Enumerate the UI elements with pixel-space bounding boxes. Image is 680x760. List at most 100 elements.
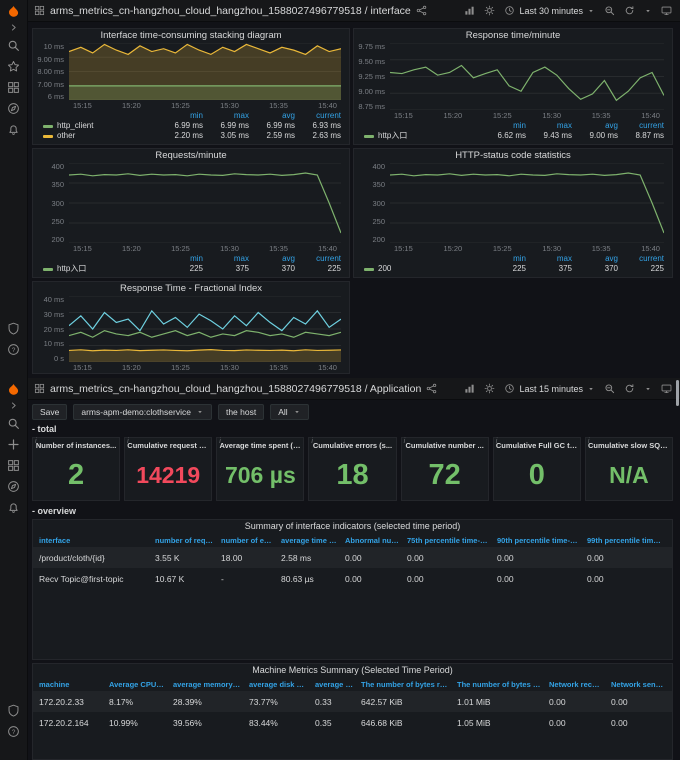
host-dropdown[interactable]: All [270, 403, 309, 420]
admin-shield-icon[interactable] [7, 704, 20, 717]
column-header[interactable]: 99th percentile time-consuming [583, 536, 668, 545]
panel-title[interactable]: Requests/minute [33, 149, 349, 163]
legend-stat-header[interactable]: min [480, 121, 526, 131]
stat-title[interactable]: Cumulative request a... [127, 441, 209, 450]
panel-title[interactable]: Machine Metrics Summary (Selected Time P… [33, 664, 672, 677]
panel-info-icon[interactable]: i [127, 438, 129, 445]
panel-title[interactable]: Summary of interface indicators (selecte… [33, 520, 672, 533]
sidebar-expand-icon[interactable] [9, 23, 18, 32]
refresh-icon[interactable] [624, 5, 635, 16]
row-header-overview[interactable]: - overview [32, 506, 76, 516]
legend-stat-header[interactable]: avg [572, 121, 618, 131]
legend-series-toggle[interactable]: 200 [364, 264, 480, 274]
refresh-icon[interactable] [624, 383, 635, 394]
panel-info-icon[interactable]: i [404, 438, 406, 445]
column-header[interactable]: Network sending errors [607, 680, 668, 689]
admin-shield-icon[interactable] [7, 322, 20, 335]
time-series-chart[interactable]: 9.75 ms 9.50 ms 9.25 ms 9.00 ms 8.75 ms 15:15… [354, 43, 672, 121]
legend-stat-header[interactable]: avg [249, 111, 295, 121]
plot-area[interactable] [69, 43, 341, 100]
legend-stat-header[interactable]: min [480, 254, 526, 264]
settings-gear-icon[interactable] [484, 383, 495, 394]
service-dropdown[interactable]: arms-apm-demo:clothservice [73, 403, 212, 420]
legend-stat-header[interactable]: current [618, 121, 664, 131]
time-series-chart[interactable]: 40 ms 30 ms 20 ms 10 ms 0 s 15:15 15:20 15:25 15… [33, 296, 349, 373]
column-header[interactable]: number of requests [151, 536, 217, 545]
legend-stat-header[interactable]: current [295, 254, 341, 264]
column-header[interactable]: 75th percentile time-consuming [403, 536, 493, 545]
star-icon[interactable] [7, 60, 20, 73]
plot-area[interactable] [69, 296, 341, 362]
legend-stat-header[interactable]: min [157, 254, 203, 264]
analytics-icon[interactable] [464, 5, 475, 16]
column-header[interactable]: average load [311, 680, 357, 689]
legend-stat-header[interactable]: current [618, 254, 664, 264]
panel-info-icon[interactable]: i [35, 438, 37, 445]
share-icon[interactable] [416, 5, 427, 16]
row-header-total[interactable]: - total [32, 424, 57, 434]
scrollbar-thumb[interactable] [676, 380, 679, 406]
panel-title[interactable]: Response Time - Fractional Index [33, 282, 349, 296]
panel-title[interactable]: HTTP-status code statistics [354, 149, 672, 163]
column-header[interactable]: machine [35, 680, 105, 689]
stat-title[interactable]: Cumulative slow SQL (selected... [588, 441, 670, 450]
share-icon[interactable] [426, 383, 437, 394]
time-range-picker[interactable]: Last 30 minutes [504, 5, 595, 16]
panel-info-icon[interactable]: i [496, 438, 498, 445]
refresh-interval-caret-icon[interactable] [644, 385, 652, 393]
time-series-chart[interactable]: 400 350 300 250 200 15:15 15:20 15:25 15:30 15:35… [33, 163, 349, 254]
legend-series-toggle[interactable]: other [43, 131, 157, 141]
dashboards-icon[interactable] [7, 81, 20, 94]
refresh-interval-caret-icon[interactable] [644, 7, 652, 15]
alerting-bell-icon[interactable] [7, 501, 20, 514]
zoom-out-icon[interactable] [604, 5, 615, 16]
stat-title[interactable]: Cumulative number ... [405, 441, 483, 450]
stat-title[interactable]: Average time spent (selected ti... [219, 441, 301, 450]
explore-compass-icon[interactable] [7, 102, 20, 115]
column-header[interactable]: The number of bytes received by the netw… [357, 680, 453, 689]
plot-area[interactable] [390, 43, 664, 110]
panel-title[interactable]: Response time/minute [354, 29, 672, 43]
save-button[interactable]: Save [32, 403, 68, 420]
legend-stat-header[interactable]: max [526, 121, 572, 131]
legend-series-toggle[interactable]: http入口 [364, 131, 480, 141]
panel-info-icon[interactable]: i [219, 438, 221, 445]
column-header[interactable]: Abnormal number [341, 536, 403, 545]
cycle-view-monitor-icon[interactable] [661, 383, 672, 394]
explore-compass-icon[interactable] [7, 480, 20, 493]
panel-title[interactable]: Interface time-consuming stacking diagra… [33, 29, 349, 43]
column-header[interactable]: Network receive errors [545, 680, 607, 689]
time-series-chart[interactable]: 400 350 300 250 200 15:15 15:20 15:25 15:30 15:35… [354, 163, 672, 254]
column-header[interactable]: The number of bytes sent by the network [453, 680, 545, 689]
time-series-chart[interactable]: 10 ms 9.00 ms 8.00 ms 7.00 ms 6 ms 15:15 15:20… [33, 43, 349, 111]
legend-series-toggle[interactable]: http入口 [43, 264, 157, 274]
legend-stat-header[interactable]: avg [249, 254, 295, 264]
column-header[interactable]: Average CPU usage [105, 680, 169, 689]
dashboard-title[interactable]: arms_metrics_cn-hangzhou_cloud_hangzhou_… [50, 383, 421, 395]
plot-area[interactable] [69, 163, 341, 243]
dashboard-title[interactable]: arms_metrics_cn-hangzhou_cloud_hangzhou_… [50, 5, 411, 17]
zoom-out-icon[interactable] [604, 383, 615, 394]
grafana-logo-icon[interactable] [6, 383, 21, 398]
panel-info-icon[interactable]: i [588, 438, 590, 445]
legend-stat-header[interactable]: max [526, 254, 572, 264]
search-icon[interactable] [7, 39, 20, 52]
column-header[interactable]: 90th percentile time-consuming [493, 536, 583, 545]
sidebar-expand-icon[interactable] [9, 401, 18, 410]
legend-stat-header[interactable]: avg [572, 254, 618, 264]
analytics-icon[interactable] [464, 383, 475, 394]
grafana-logo-icon[interactable] [6, 5, 21, 20]
legend-stat-header[interactable]: max [203, 111, 249, 121]
column-header[interactable]: average disk usage [245, 680, 311, 689]
settings-gear-icon[interactable] [484, 5, 495, 16]
column-header[interactable]: number of errors [217, 536, 277, 545]
legend-series-toggle[interactable]: http_client [43, 121, 157, 131]
help-icon[interactable] [7, 343, 20, 356]
dashboards-icon[interactable] [7, 459, 20, 472]
legend-stat-header[interactable]: current [295, 111, 341, 121]
legend-stat-header[interactable]: min [157, 111, 203, 121]
stat-title[interactable]: Number of instances... [36, 441, 116, 450]
stat-title[interactable]: Cumulative errors (s... [313, 441, 392, 450]
cycle-view-monitor-icon[interactable] [661, 5, 672, 16]
column-header[interactable]: average memory usage [169, 680, 245, 689]
